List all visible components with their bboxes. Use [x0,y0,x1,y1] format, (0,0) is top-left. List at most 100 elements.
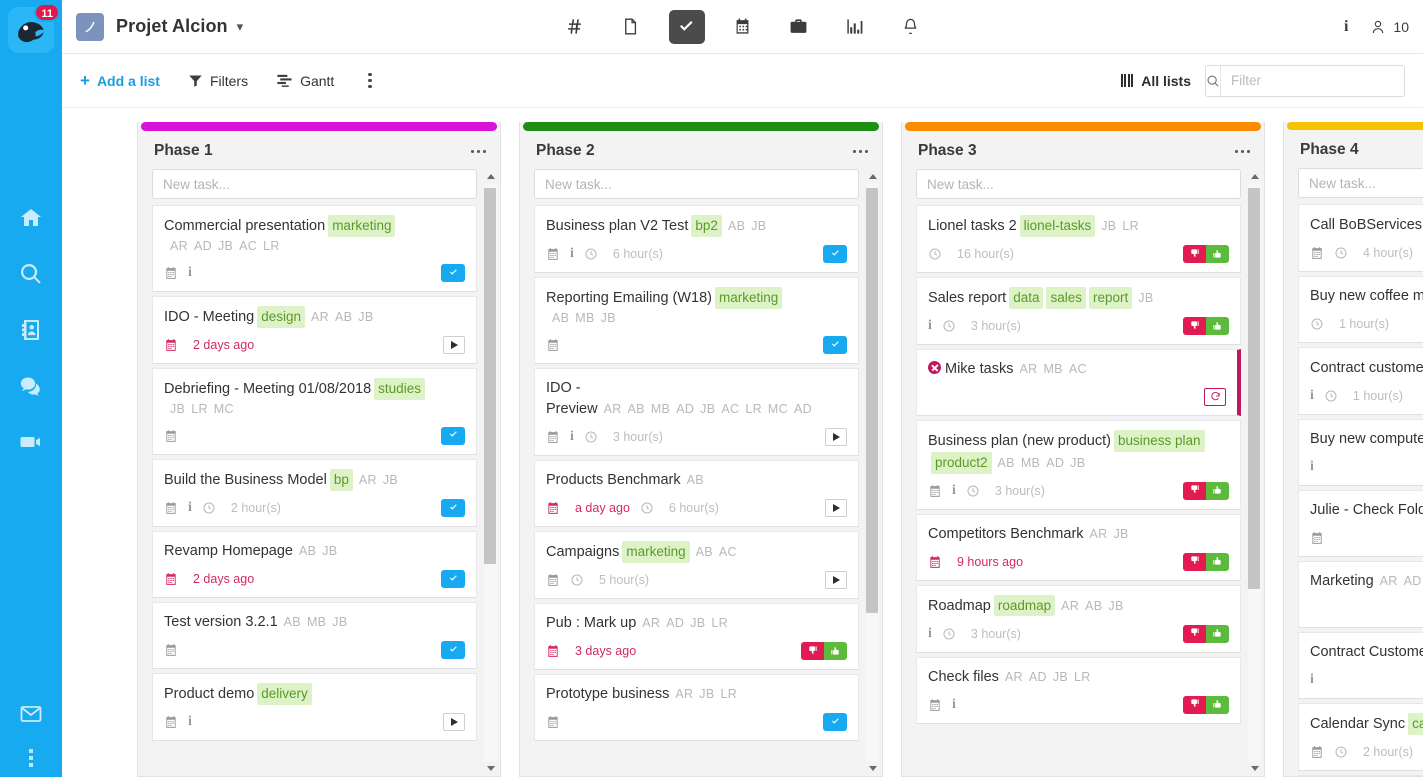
scrollbar-thumb[interactable] [1248,188,1260,588]
task-card[interactable]: Sales reportdatasalesreportJB i3 hour(s) [916,277,1241,345]
video-icon[interactable] [16,427,46,457]
complete-task-button[interactable] [441,570,465,588]
list-options-button[interactable] [853,150,869,154]
thumbs-up-button[interactable] [1206,317,1229,335]
task-card[interactable]: Call customer E (Canada)client [1298,775,1423,776]
start-timer-button[interactable] [825,499,847,517]
task-card[interactable]: Contract customer Fsignature i1 hour(s) [1298,347,1423,415]
scroll-up-arrow[interactable] [483,169,498,184]
filter-search-box[interactable] [1205,65,1405,97]
task-card[interactable]: Julie - Check FoldersARJBAC [1298,490,1423,557]
task-card[interactable]: Debriefing - Meeting 01/08/2018studiesJB… [152,368,477,455]
search-icon[interactable] [16,259,46,289]
scroll-down-arrow[interactable] [1247,761,1262,776]
list-scrollbar[interactable] [1247,169,1262,776]
task-card[interactable]: CampaignsmarketingABAC 5 hour(s) [534,531,859,599]
thumbs-up-button[interactable] [1206,696,1229,714]
task-card[interactable]: IDO - PreviewARABMBADJBACLRMCAD i3 hour(… [534,368,859,456]
task-card[interactable]: Call BoBServicesbobservices 4 hour(s) [1298,204,1423,272]
task-card[interactable]: Check filesARADJBLR i [916,657,1241,724]
task-tag[interactable]: marketing [622,541,689,563]
task-card[interactable]: MarketingARADJB [1298,561,1423,628]
task-card[interactable]: Buy new computersARABMB i [1298,419,1423,486]
task-tag[interactable]: marketing [328,215,395,237]
complete-task-button[interactable] [441,499,465,517]
mail-icon[interactable] [16,699,46,729]
thumbs-down-button[interactable] [1183,245,1206,263]
filters-button[interactable]: Filters [188,73,248,89]
gantt-button[interactable]: Gantt [276,72,334,89]
info-icon[interactable]: i [1344,18,1348,36]
task-tag[interactable]: report [1089,287,1132,309]
start-timer-button[interactable] [443,336,465,354]
new-task-input[interactable] [916,169,1241,199]
task-tag[interactable]: product2 [931,452,992,474]
thumbs-up-button[interactable] [824,642,847,660]
new-task-input[interactable] [152,169,477,199]
app-logo[interactable]: 11 [8,7,54,53]
task-card[interactable]: Mike tasksARMBAC [916,349,1241,416]
thumbs-down-button[interactable] [1183,482,1206,500]
complete-task-button[interactable] [823,245,847,263]
scroll-up-arrow[interactable] [1247,169,1262,184]
all-lists-button[interactable]: All lists [1121,73,1191,89]
task-tag[interactable]: calendar [1408,713,1423,735]
start-timer-button[interactable] [443,713,465,731]
task-tag[interactable]: business plan [1114,430,1205,452]
task-card[interactable]: Products BenchmarkAB a day ago6 hour(s) [534,460,859,527]
task-card[interactable]: Revamp HomepageABJB 2 days ago [152,531,477,598]
task-card[interactable]: Buy new coffee machine 1 hour(s) [1298,276,1423,343]
thumbs-up-button[interactable] [1206,245,1229,263]
chevron-down-icon[interactable]: ▾ [237,19,244,35]
new-task-input[interactable] [1298,168,1423,198]
task-card[interactable]: Business plan (new product)business plan… [916,420,1241,510]
task-tag[interactable]: delivery [257,683,312,705]
briefcase-icon[interactable] [781,10,817,44]
start-timer-button[interactable] [825,571,847,589]
document-icon[interactable] [613,10,649,44]
thumbs-down-button[interactable] [1183,553,1206,571]
task-tag[interactable]: marketing [715,287,782,309]
list-options-button[interactable] [471,150,487,154]
task-card[interactable]: Calendar SynccalendarARAB 2 hour(s) [1298,703,1423,771]
task-card[interactable]: Pub : Mark upARADJBLR 3 days ago [534,603,859,670]
home-icon[interactable] [16,203,46,233]
members-count[interactable]: 10 [1370,19,1409,35]
contacts-icon[interactable] [16,315,46,345]
list-options-button[interactable] [1235,150,1251,154]
task-card[interactable]: Build the Business ModelbpARJB i2 hour(s… [152,459,477,527]
filter-input[interactable] [1221,66,1418,96]
complete-task-button[interactable] [823,336,847,354]
task-card[interactable]: Prototype businessARJBLR [534,674,859,741]
chat-icon[interactable] [16,371,46,401]
chart-icon[interactable] [837,10,873,44]
scroll-down-arrow[interactable] [483,761,498,776]
new-task-input[interactable] [534,169,859,199]
task-card[interactable]: Reporting Emailing (W18)marketingABMBJB [534,277,859,364]
add-list-button[interactable]: + Add a list [80,72,160,89]
task-card[interactable]: Product demodelivery i [152,673,477,741]
list-scrollbar[interactable] [865,169,880,776]
task-card[interactable]: Business plan V2 Testbp2ABJB i6 hour(s) [534,205,859,273]
calendar-icon[interactable] [725,10,761,44]
task-tag[interactable]: data [1009,287,1043,309]
hash-icon[interactable] [557,10,593,44]
bell-icon[interactable] [893,10,929,44]
task-tag[interactable]: bp [330,469,353,491]
scroll-up-arrow[interactable] [865,169,880,184]
complete-task-button[interactable] [441,264,465,282]
task-tag[interactable]: design [257,306,305,328]
task-tag[interactable]: bp2 [691,215,722,237]
thumbs-up-button[interactable] [1206,553,1229,571]
task-tag[interactable]: studies [374,378,425,400]
thumbs-down-button[interactable] [1183,696,1206,714]
task-card[interactable]: Lionel tasks 2lionel-tasksJBLR 16 hour(s… [916,205,1241,273]
task-tag[interactable]: roadmap [994,595,1055,617]
task-card[interactable]: Test version 3.2.1ABMBJB [152,602,477,669]
retry-button[interactable] [1204,388,1226,406]
thumbs-up-button[interactable] [1206,625,1229,643]
thumbs-up-button[interactable] [1206,482,1229,500]
more-vertical-icon[interactable] [22,747,40,769]
scrollbar-thumb[interactable] [484,188,496,564]
complete-task-button[interactable] [441,641,465,659]
